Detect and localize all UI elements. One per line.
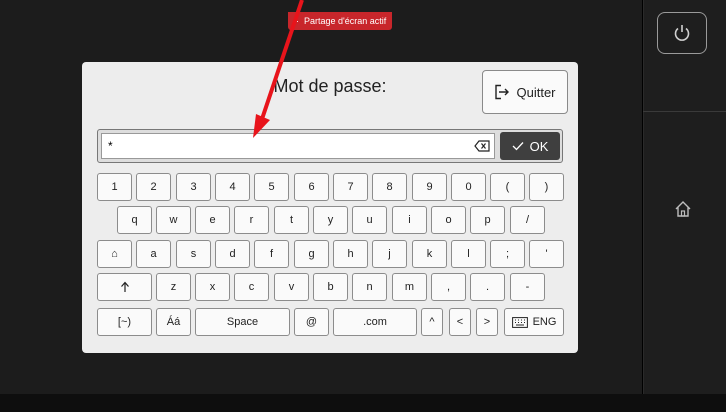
backspace-icon (474, 140, 490, 152)
key-j[interactable]: j (372, 240, 407, 268)
key-r[interactable]: r (234, 206, 269, 234)
bottom-band (0, 394, 726, 412)
key-caret[interactable]: ^ (421, 308, 443, 336)
key-m[interactable]: m (392, 273, 427, 301)
key-language[interactable]: ENG (504, 308, 564, 336)
key-semicolon[interactable]: ; (490, 240, 525, 268)
screen-share-badge: · Partage d'écran actif (288, 12, 393, 30)
clear-button[interactable] (471, 136, 493, 156)
screen-share-text: Partage d'écran actif (304, 16, 387, 26)
ok-label: OK (529, 138, 549, 154)
key-c[interactable]: c (234, 273, 269, 301)
key-4[interactable]: 4 (215, 173, 250, 201)
key-space[interactable]: Space (195, 308, 290, 336)
key-e[interactable]: e (195, 206, 230, 234)
power-icon (674, 25, 690, 41)
key-comma[interactable]: , (431, 273, 466, 301)
key-period[interactable]: . (470, 273, 505, 301)
home-icon (675, 201, 691, 217)
home-button[interactable] (660, 188, 706, 230)
password-input-frame: * OK (97, 129, 563, 163)
key-z[interactable]: z (156, 273, 191, 301)
key-0[interactable]: 0 (451, 173, 486, 201)
key-close-paren[interactable]: ) (529, 173, 564, 201)
key-b[interactable]: b (313, 273, 348, 301)
key-9[interactable]: 9 (412, 173, 447, 201)
key-dash[interactable]: - (510, 273, 545, 301)
key-apostrophe[interactable]: ' (529, 240, 564, 268)
key-1[interactable]: 1 (97, 173, 132, 201)
key-p[interactable]: p (470, 206, 505, 234)
quit-button[interactable]: Quitter (482, 70, 568, 114)
key-2[interactable]: 2 (136, 173, 171, 201)
key-h[interactable]: h (333, 240, 368, 268)
key-a[interactable]: a (136, 240, 171, 268)
key-5[interactable]: 5 (254, 173, 289, 201)
key-shift[interactable]: ⌂ (97, 240, 132, 268)
key-open-paren[interactable]: ( (490, 173, 525, 201)
key-6[interactable]: 6 (294, 173, 329, 201)
key-accents[interactable]: Áá (156, 308, 191, 336)
key-f[interactable]: f (254, 240, 289, 268)
key-u[interactable]: u (352, 206, 387, 234)
key-uppercase[interactable] (97, 273, 152, 301)
key-s[interactable]: s (176, 240, 211, 268)
ok-button[interactable]: OK (500, 132, 560, 160)
key-8[interactable]: 8 (372, 173, 407, 201)
language-label: ENG (532, 316, 557, 328)
key-w[interactable]: w (156, 206, 191, 234)
key-d[interactable]: d (215, 240, 250, 268)
key-g[interactable]: g (294, 240, 329, 268)
exit-icon (495, 84, 510, 100)
share-indicator-icon: · (296, 16, 299, 26)
power-button[interactable] (657, 12, 707, 54)
quit-label: Quitter (516, 84, 556, 100)
key-at[interactable]: @ (294, 308, 329, 336)
key-dotcom[interactable]: .com (333, 308, 417, 336)
key-k[interactable]: k (412, 240, 447, 268)
key-n[interactable]: n (352, 273, 387, 301)
key-3[interactable]: 3 (176, 173, 211, 201)
key-7[interactable]: 7 (333, 173, 368, 201)
rail-divider (643, 111, 726, 112)
screen: · Partage d'écran actif Mot de passe: Qui… (0, 0, 726, 412)
password-dialog: Mot de passe: Quitter * OK 1 2 3 4 5 6 7… (82, 62, 578, 353)
key-cursor-right[interactable]: > (476, 308, 498, 336)
password-input[interactable]: * (101, 133, 495, 159)
key-q[interactable]: q (117, 206, 152, 234)
check-icon (512, 142, 524, 151)
key-i[interactable]: i (392, 206, 427, 234)
key-symbols[interactable]: [~) (97, 308, 152, 336)
key-cursor-left[interactable]: < (449, 308, 471, 336)
key-v[interactable]: v (274, 273, 309, 301)
key-o[interactable]: o (431, 206, 466, 234)
key-slash[interactable]: / (510, 206, 545, 234)
key-y[interactable]: y (313, 206, 348, 234)
key-l[interactable]: l (451, 240, 486, 268)
keyboard-icon (511, 316, 528, 328)
key-x[interactable]: x (195, 273, 230, 301)
up-arrow-icon (120, 281, 129, 292)
key-t[interactable]: t (274, 206, 309, 234)
